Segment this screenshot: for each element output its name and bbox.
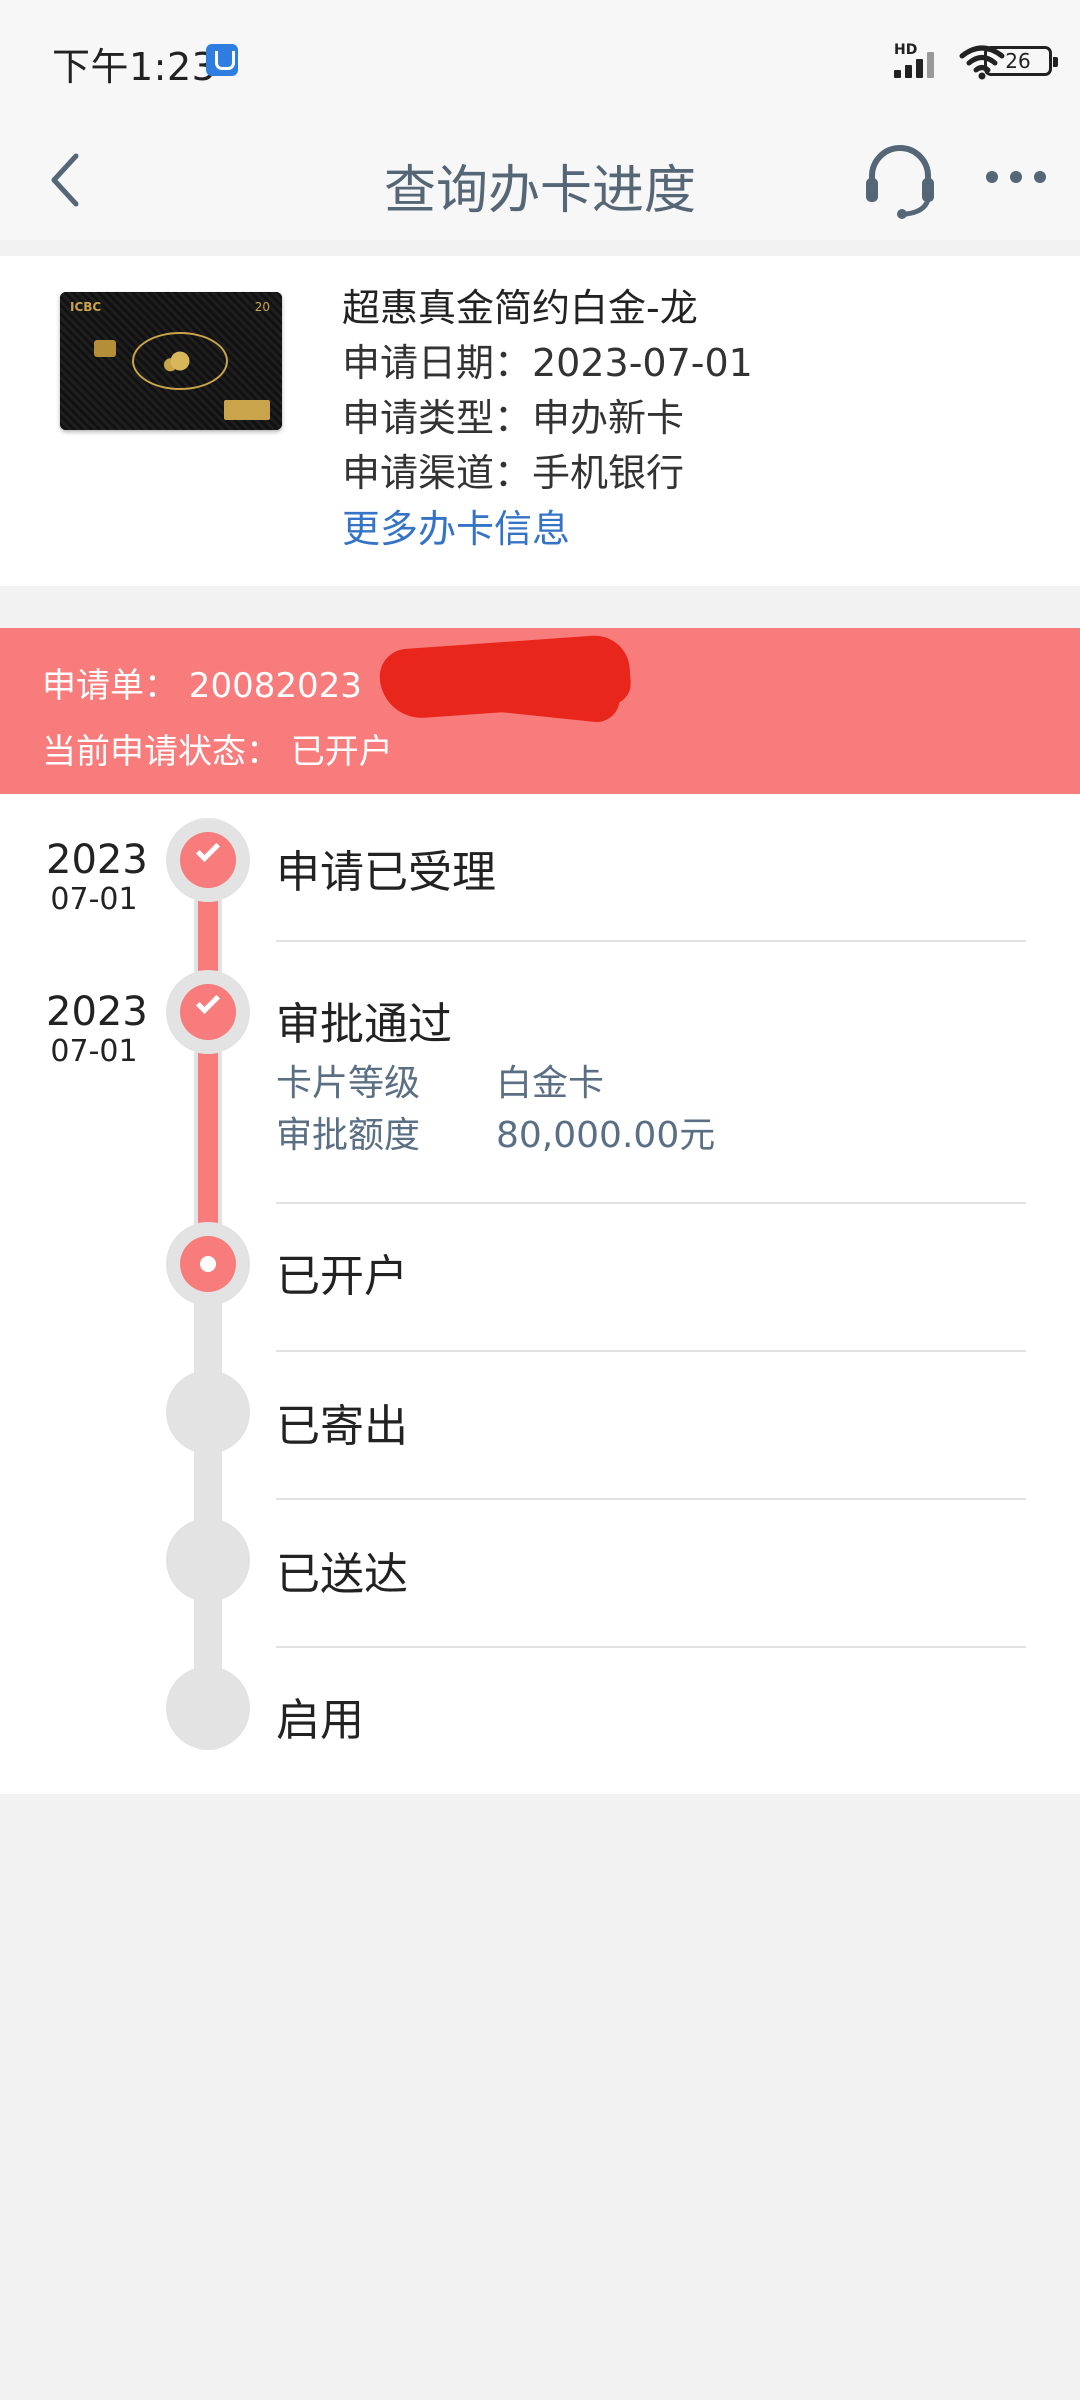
application-number: 申请单： 20082023 bbox=[42, 666, 362, 706]
status-bar: 下午1:23 HD 26 bbox=[0, 0, 1080, 120]
timeline-track-active bbox=[198, 844, 218, 1264]
apply-type: 申请类型：申办新卡 bbox=[342, 396, 685, 440]
approval-limit-key: 审批额度 bbox=[276, 1115, 421, 1156]
card-details: 超惠真金简约白金-龙 申请日期：2023-07-01 申请类型：申办新卡 申请渠… bbox=[342, 280, 753, 557]
approval-limit-value: 80,000.00元 bbox=[496, 1115, 716, 1156]
step-year: 2023 bbox=[46, 989, 148, 1035]
progress-timeline: 2023 07-01 申请已受理 2023 07-01 审批通过 卡片等级 白金卡… bbox=[0, 794, 1080, 1794]
step-label: 启用 bbox=[276, 1695, 364, 1746]
apply-channel: 申请渠道：手机银行 bbox=[342, 451, 685, 495]
timeline-node-done bbox=[166, 818, 250, 902]
step-monthday: 07-01 bbox=[50, 882, 138, 917]
card-info-section: ICBC 20 超惠真金简约白金-龙 申请日期：2023-07-01 申请类型：… bbox=[0, 256, 1080, 586]
more-card-info-link[interactable]: 更多办卡信息 bbox=[342, 501, 753, 557]
card-badge: 20 bbox=[254, 300, 270, 314]
approval-level-value: 白金卡 bbox=[496, 1063, 605, 1104]
step-year: 2023 bbox=[46, 837, 148, 883]
timeline-node-current bbox=[166, 1222, 250, 1306]
current-dot-icon bbox=[200, 1256, 216, 1272]
application-status-banner: 申请单： 20082023 当前申请状态： 已开户 bbox=[0, 628, 1080, 794]
timeline-node-pending bbox=[166, 1518, 250, 1602]
app-notification-icon bbox=[206, 44, 238, 76]
customer-service-headset-icon[interactable] bbox=[862, 138, 938, 222]
card-name: 超惠真金简约白金-龙 bbox=[342, 286, 698, 330]
timeline-node-pending bbox=[166, 1666, 250, 1750]
status-time: 下午1:23 bbox=[52, 45, 217, 89]
step-monthday: 07-01 bbox=[50, 1034, 138, 1069]
signal-icon bbox=[894, 52, 944, 78]
more-dots-icon[interactable] bbox=[986, 160, 1052, 190]
credit-card-image: ICBC 20 bbox=[60, 292, 282, 430]
card-brand-mark bbox=[224, 400, 270, 420]
step-label: 审批通过 bbox=[276, 999, 452, 1050]
timeline-node-pending bbox=[166, 1370, 250, 1454]
battery-icon: 26 bbox=[984, 46, 1058, 76]
divider bbox=[276, 1498, 1026, 1500]
step-label: 已开户 bbox=[276, 1251, 408, 1302]
approval-level: 卡片等级 白金卡 bbox=[276, 1054, 604, 1106]
step-label: 申请已受理 bbox=[276, 847, 496, 898]
step-label: 已送达 bbox=[276, 1549, 408, 1600]
approval-level-key: 卡片等级 bbox=[276, 1063, 421, 1104]
divider bbox=[276, 1646, 1026, 1648]
card-logo: ICBC bbox=[70, 300, 102, 314]
current-status: 当前申请状态： 已开户 bbox=[42, 732, 393, 772]
approval-limit: 审批额度 80,000.00元 bbox=[276, 1106, 715, 1158]
divider bbox=[276, 940, 1026, 942]
timeline-node-done bbox=[166, 970, 250, 1054]
apply-date: 申请日期：2023-07-01 bbox=[342, 341, 753, 385]
divider bbox=[276, 1350, 1026, 1352]
nav-bar: 查询办卡进度 bbox=[0, 120, 1080, 240]
step-date: 2023 07-01 bbox=[46, 989, 148, 1070]
divider bbox=[276, 1202, 1026, 1204]
dragon-icon bbox=[156, 342, 204, 380]
step-label: 已寄出 bbox=[276, 1401, 408, 1452]
card-chip-icon bbox=[94, 340, 116, 357]
step-date: 2023 07-01 bbox=[46, 837, 148, 918]
